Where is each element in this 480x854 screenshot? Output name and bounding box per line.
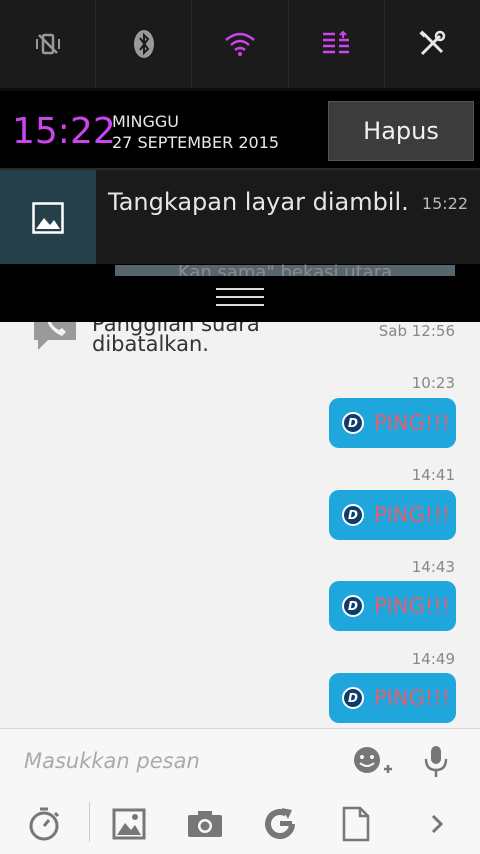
bluetooth-toggle[interactable] xyxy=(96,0,193,88)
composer-bar xyxy=(0,728,480,794)
message-text: PING!!! xyxy=(374,686,451,710)
bluetooth-icon xyxy=(133,30,154,58)
message-time: 14:49 xyxy=(411,650,455,668)
message-bubble[interactable]: D PING!!! xyxy=(329,581,456,631)
clear-all-button[interactable]: Hapus xyxy=(328,101,474,161)
microphone-icon xyxy=(424,746,448,777)
notification-title: Tangkapan layar diambil. xyxy=(108,188,409,216)
sync-toggle[interactable] xyxy=(289,0,385,88)
call-time: Sab 12:56 xyxy=(378,322,455,340)
sync-list-icon xyxy=(323,30,350,54)
camera-button[interactable] xyxy=(185,804,225,844)
timer-icon xyxy=(29,807,60,841)
wifi-icon xyxy=(225,32,255,56)
emoji-add-icon xyxy=(354,747,392,773)
more-button[interactable] xyxy=(417,804,457,844)
handle-line xyxy=(216,296,264,298)
quick-settings-bar xyxy=(0,0,480,88)
message-text: PING!!! xyxy=(374,503,451,527)
timer-button[interactable] xyxy=(24,804,64,844)
chevron-right-icon xyxy=(431,814,444,834)
settings-tools-icon xyxy=(419,30,446,56)
call-status-line2: dibatalkan. xyxy=(92,332,209,356)
notification-icon-box xyxy=(0,170,96,266)
refresh-g-icon xyxy=(265,808,295,839)
message-text: PING!!! xyxy=(374,594,451,618)
day-label: MINGGU xyxy=(112,112,179,131)
message-bubble[interactable]: D PING!!! xyxy=(329,490,456,540)
badge-icon: D xyxy=(342,595,364,617)
message-text: PING!!! xyxy=(374,411,451,435)
gallery-icon xyxy=(112,808,146,840)
handle-line xyxy=(216,288,264,290)
status-header: 15:22 MINGGU 27 SEPTEMBER 2015 Hapus xyxy=(0,88,480,168)
peek-message: Kan sama" bekasi utara xyxy=(115,264,455,276)
gallery-button[interactable] xyxy=(109,804,149,844)
message-input[interactable] xyxy=(24,749,324,773)
date-label[interactable]: 27 SEPTEMBER 2015 xyxy=(112,133,279,152)
emoji-button[interactable] xyxy=(350,745,394,783)
file-button[interactable] xyxy=(336,804,376,844)
voice-button[interactable] xyxy=(420,745,452,783)
clock[interactable]: 15:22 xyxy=(12,111,116,152)
message-time: 14:43 xyxy=(411,558,455,576)
handle-line xyxy=(216,304,264,306)
badge-icon: D xyxy=(342,687,364,709)
background-peek: Kan sama" bekasi utara xyxy=(0,264,480,276)
settings-tile[interactable] xyxy=(385,0,480,88)
toolbar-divider xyxy=(89,802,90,842)
attachment-toolbar xyxy=(0,794,480,854)
badge-icon: D xyxy=(342,412,364,434)
message-time: 14:41 xyxy=(411,466,455,484)
vibrate-off-icon xyxy=(35,33,60,55)
file-icon xyxy=(342,806,370,842)
badge-icon: D xyxy=(342,504,364,526)
camera-icon xyxy=(188,811,222,837)
refresh-button[interactable] xyxy=(260,804,300,844)
phone-call-icon xyxy=(34,322,76,350)
vibrate-toggle[interactable] xyxy=(0,0,97,88)
image-icon xyxy=(32,202,64,234)
message-time: 10:23 xyxy=(411,374,455,392)
shade-handle[interactable] xyxy=(0,276,480,322)
message-bubble[interactable]: D PING!!! xyxy=(329,398,456,448)
chat-history[interactable]: Panggilan suara dibatalkan. Sab 12:56 10… xyxy=(0,322,480,728)
message-bubble[interactable]: D PING!!! xyxy=(329,673,456,723)
wifi-toggle[interactable] xyxy=(192,0,289,88)
screenshot-notification[interactable]: Tangkapan layar diambil. 15:22 xyxy=(0,168,480,266)
screen: 15:22 MINGGU 27 SEPTEMBER 2015 Hapus Tan… xyxy=(0,0,480,854)
notification-time: 15:22 xyxy=(421,194,468,213)
